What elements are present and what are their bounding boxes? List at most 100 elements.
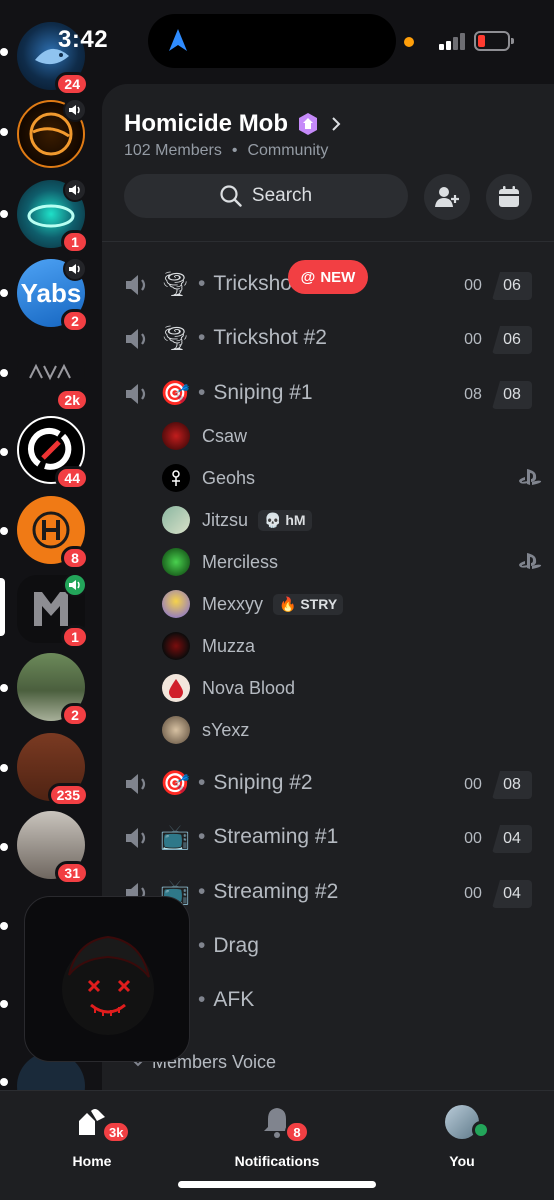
- avatar: [162, 548, 190, 576]
- user-limit: 00 04: [454, 880, 532, 908]
- voice-channel-sniping-2[interactable]: 🎯 • Sniping #2 00 08: [102, 757, 554, 811]
- channel-emoji: 🌪: [160, 271, 191, 298]
- server-icon-9[interactable]: 2: [17, 653, 89, 727]
- unread-badge: 8: [285, 1121, 309, 1143]
- voice-member[interactable]: sYexz: [162, 710, 542, 750]
- unread-badge: 1: [61, 230, 89, 254]
- voice-channel-trickshot-2[interactable]: 🌪 • Trickshot #2 00 06: [102, 312, 554, 366]
- member-count: 102 Members: [124, 142, 222, 159]
- privacy-indicator: [404, 37, 414, 47]
- selected-server-indicator: [0, 578, 5, 636]
- pip-video-overlay[interactable]: [24, 896, 190, 1062]
- server-icon-2[interactable]: [17, 98, 87, 168]
- speaker-icon: [126, 774, 146, 794]
- dynamic-island: [148, 14, 396, 68]
- home-indicator: [178, 1181, 376, 1188]
- unread-badge: 2: [61, 309, 89, 333]
- server-icon-5[interactable]: 2k: [17, 338, 89, 412]
- invite-members-button[interactable]: [424, 174, 470, 220]
- channel-name: • Sniping #1: [198, 381, 313, 404]
- unread-indicator: [0, 527, 8, 535]
- tab-home[interactable]: 3k Home: [22, 1103, 162, 1169]
- avatar: [162, 506, 190, 534]
- unread-badge: 3k: [102, 1121, 131, 1143]
- avatar: [162, 590, 190, 618]
- graffiti-logo-icon: [29, 363, 71, 381]
- unread-indicator: [0, 1000, 8, 1008]
- channel-name: • AFK: [198, 988, 255, 1011]
- search-button[interactable]: Search: [124, 174, 408, 218]
- unread-indicator: [0, 128, 8, 136]
- server-name[interactable]: Homicide Mob: [124, 110, 342, 138]
- boost-badge-icon: [299, 113, 318, 135]
- voice-member[interactable]: Merciless: [162, 542, 542, 582]
- playstation-icon: [519, 469, 542, 485]
- server-icon-10[interactable]: 235: [17, 733, 89, 807]
- h-logo-icon: [32, 511, 70, 549]
- server-icon-yabs[interactable]: Yabs 2: [17, 257, 89, 333]
- tab-notifications[interactable]: 8 Notifications: [207, 1103, 347, 1169]
- avatar: [162, 464, 190, 492]
- unread-badge: 2k: [55, 388, 89, 412]
- unread-badge: 8: [61, 546, 89, 570]
- clock: 3:42: [58, 26, 109, 53]
- server-type: Community: [247, 142, 329, 159]
- speaker-icon: [126, 384, 146, 404]
- voice-member[interactable]: Mexxyy 🔥 STRY: [162, 584, 542, 624]
- clan-tag: 🔥 STRY: [273, 593, 344, 615]
- avatar: [162, 422, 190, 450]
- voice-active-icon: [63, 257, 87, 281]
- unread-indicator: [0, 210, 8, 218]
- voice-active-icon: [63, 178, 87, 202]
- channel-emoji: 🎯: [160, 770, 190, 797]
- avatar: [162, 716, 190, 744]
- user-limit: 00 08: [454, 771, 532, 799]
- events-button[interactable]: [486, 174, 532, 220]
- channel-name: • Drag: [198, 934, 259, 957]
- server-icon-3[interactable]: 1: [17, 178, 89, 254]
- playstation-icon: [519, 553, 542, 569]
- stream-avatar-icon: [62, 935, 154, 1035]
- user-limit: 08 08: [454, 381, 532, 409]
- new-mentions-pill[interactable]: @ NEW: [288, 260, 368, 294]
- unread-badge: 44: [55, 466, 89, 490]
- online-status-indicator: [472, 1121, 490, 1139]
- channel-emoji: 📺: [160, 824, 190, 851]
- channel-name: • Streaming #2: [198, 880, 339, 903]
- voice-channel-sniping-1[interactable]: 🎯 • Sniping #1 08 08: [102, 367, 554, 421]
- search-label: Search: [251, 185, 313, 206]
- unread-indicator: [0, 289, 8, 297]
- channel-name: • Streaming #1: [198, 825, 339, 848]
- unread-indicator: [0, 922, 8, 930]
- voice-member[interactable]: Nova Blood: [162, 668, 542, 708]
- server-icon-11[interactable]: 31: [17, 811, 89, 885]
- voice-active-icon: [63, 98, 87, 122]
- user-limit: 00 06: [454, 326, 532, 354]
- unread-indicator: [0, 448, 8, 456]
- avatar: [162, 674, 190, 702]
- chevron-right-icon: [332, 117, 341, 131]
- tab-you[interactable]: You: [392, 1103, 532, 1169]
- server-icon-homicide-mob[interactable]: 1: [17, 573, 89, 649]
- avatar: [162, 632, 190, 660]
- unread-badge: 2: [61, 703, 89, 727]
- add-user-icon: [435, 187, 459, 207]
- voice-active-icon: [63, 573, 87, 597]
- server-meta: 102 Members • Community: [124, 142, 329, 159]
- user-limit: 00 06: [454, 272, 532, 300]
- unread-indicator: [0, 684, 8, 692]
- calendar-icon: [499, 186, 519, 207]
- voice-member[interactable]: Muzza: [162, 626, 542, 666]
- speaker-icon: [126, 275, 146, 295]
- server-icon-7[interactable]: 8: [17, 496, 89, 570]
- voice-member[interactable]: Jitzsu 💀 hM: [162, 500, 542, 540]
- speaker-icon: [126, 329, 146, 349]
- voice-member[interactable]: Geohs: [162, 458, 542, 498]
- server-icon-6[interactable]: 44: [17, 416, 89, 490]
- search-icon: [220, 185, 242, 207]
- voice-member[interactable]: Csaw: [162, 416, 542, 456]
- user-limit: 00 04: [454, 825, 532, 853]
- channel-emoji: 🎯: [160, 380, 190, 407]
- voice-channel-streaming-1[interactable]: 📺 • Streaming #1 00 04: [102, 811, 554, 865]
- unread-indicator: [0, 764, 8, 772]
